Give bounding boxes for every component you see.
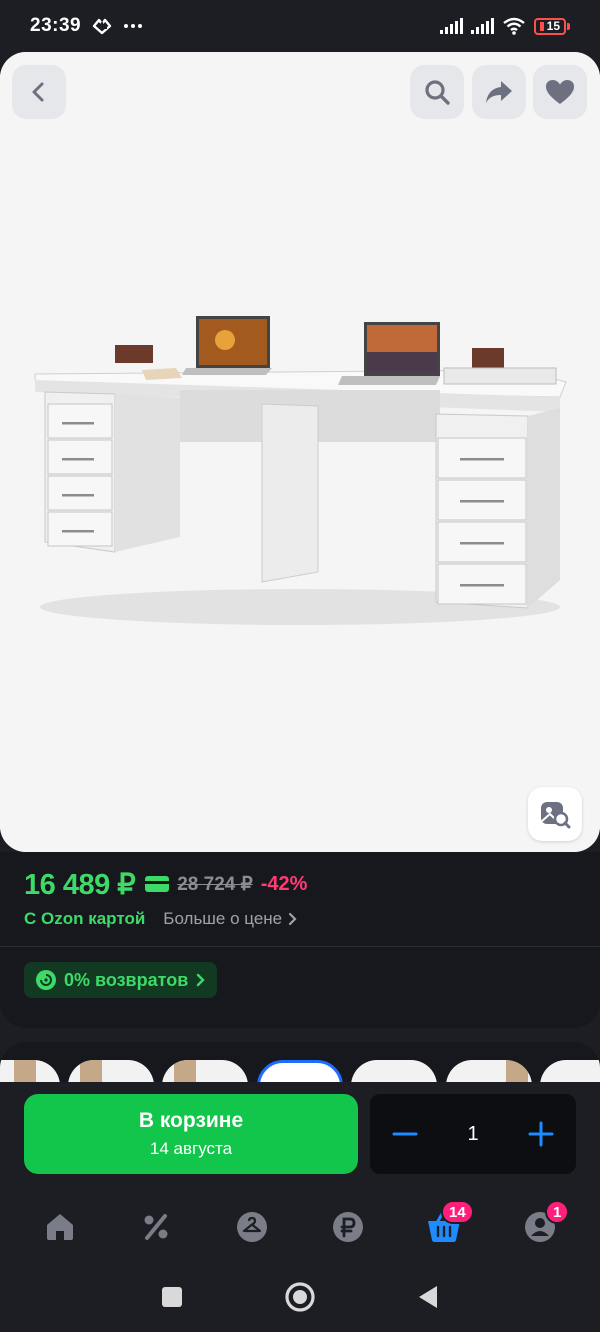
battery-icon: 15 xyxy=(533,17,570,35)
share-icon xyxy=(486,81,512,103)
product-image[interactable] xyxy=(0,52,600,852)
profile-badge: 1 xyxy=(545,1200,570,1224)
search-icon xyxy=(425,80,450,105)
home-icon xyxy=(47,1214,73,1240)
delivery-date: 14 августа xyxy=(149,1139,233,1158)
returns-icon xyxy=(36,970,56,990)
visual-search-icon xyxy=(541,802,571,829)
back-icon xyxy=(32,82,44,102)
more-about-price-label: Больше о цене xyxy=(163,909,283,928)
minus-icon[interactable] xyxy=(392,1121,418,1147)
search-button[interactable] xyxy=(410,65,464,119)
tab-profile[interactable]: 1 xyxy=(515,1200,570,1252)
tab-promo[interactable] xyxy=(131,1202,181,1252)
cart-badge: 14 xyxy=(441,1200,474,1224)
back-nav-icon[interactable] xyxy=(416,1284,440,1310)
in-cart-label: В корзине xyxy=(138,1109,244,1132)
wifi-icon xyxy=(502,17,525,35)
tab-finance[interactable] xyxy=(323,1202,373,1252)
signal-icon xyxy=(439,18,463,34)
back-button[interactable] xyxy=(12,65,66,119)
recents-icon[interactable] xyxy=(160,1285,184,1309)
system-nav-bar xyxy=(0,1262,600,1332)
in-cart-button[interactable]: В корзине 14 августа xyxy=(24,1094,358,1174)
tab-home[interactable] xyxy=(35,1202,85,1252)
hanger-icon xyxy=(237,1212,267,1242)
more-dots-icon xyxy=(124,24,143,28)
price-row[interactable]: 16 489 ₽ 28 724 ₽ -42% xyxy=(24,866,307,902)
old-price: 28 724 ₽ xyxy=(177,873,253,895)
battery-level: 15 xyxy=(546,18,560,33)
divider xyxy=(0,946,600,947)
bottom-tab-bar: 14 1 xyxy=(0,1192,600,1262)
signal-icon xyxy=(470,18,494,34)
discount-badge: -42% xyxy=(260,872,308,895)
ozon-card-label: С Ozon картой xyxy=(24,909,146,928)
more-about-price-link[interactable]: Больше о цене xyxy=(163,909,297,929)
home-nav-icon[interactable] xyxy=(284,1281,316,1313)
tab-cart[interactable]: 14 xyxy=(419,1200,474,1252)
status-time: 23:39 xyxy=(30,15,82,36)
returns-badge[interactable]: 0% возвратов xyxy=(24,962,218,998)
ozon-card-row: С Ozon картой Больше о цене xyxy=(24,908,297,930)
percent-icon xyxy=(144,1214,168,1240)
quantity-value: 1 xyxy=(467,1122,479,1145)
heart-icon xyxy=(546,80,574,104)
heart-pulse-icon xyxy=(92,18,112,35)
share-button[interactable] xyxy=(472,65,526,119)
ozon-card-icon xyxy=(145,876,170,892)
plus-icon[interactable] xyxy=(528,1121,554,1147)
quantity-stepper: 1 xyxy=(370,1094,576,1174)
returns-label: 0% возвратов xyxy=(64,969,189,990)
action-bar: В корзине 14 августа 1 xyxy=(0,1082,600,1192)
price-panel: 16 489 ₽ 28 724 ₽ -42% С Ozon картой Бол… xyxy=(0,852,600,1028)
current-price: 16 489 ₽ xyxy=(24,868,136,901)
visual-search-button[interactable] xyxy=(528,787,582,841)
tab-fresh[interactable] xyxy=(227,1202,277,1252)
favorite-button[interactable] xyxy=(533,65,587,119)
product-image-card[interactable] xyxy=(0,52,600,852)
chevron-right-icon xyxy=(289,912,297,926)
status-bar: 23:39 15 xyxy=(0,0,600,52)
chevron-right-icon xyxy=(197,973,205,987)
ruble-icon xyxy=(333,1212,363,1242)
product-screen: 23:39 15 16 489 ₽ 28 724 ₽ -42% С Ozon к… xyxy=(0,0,600,1332)
